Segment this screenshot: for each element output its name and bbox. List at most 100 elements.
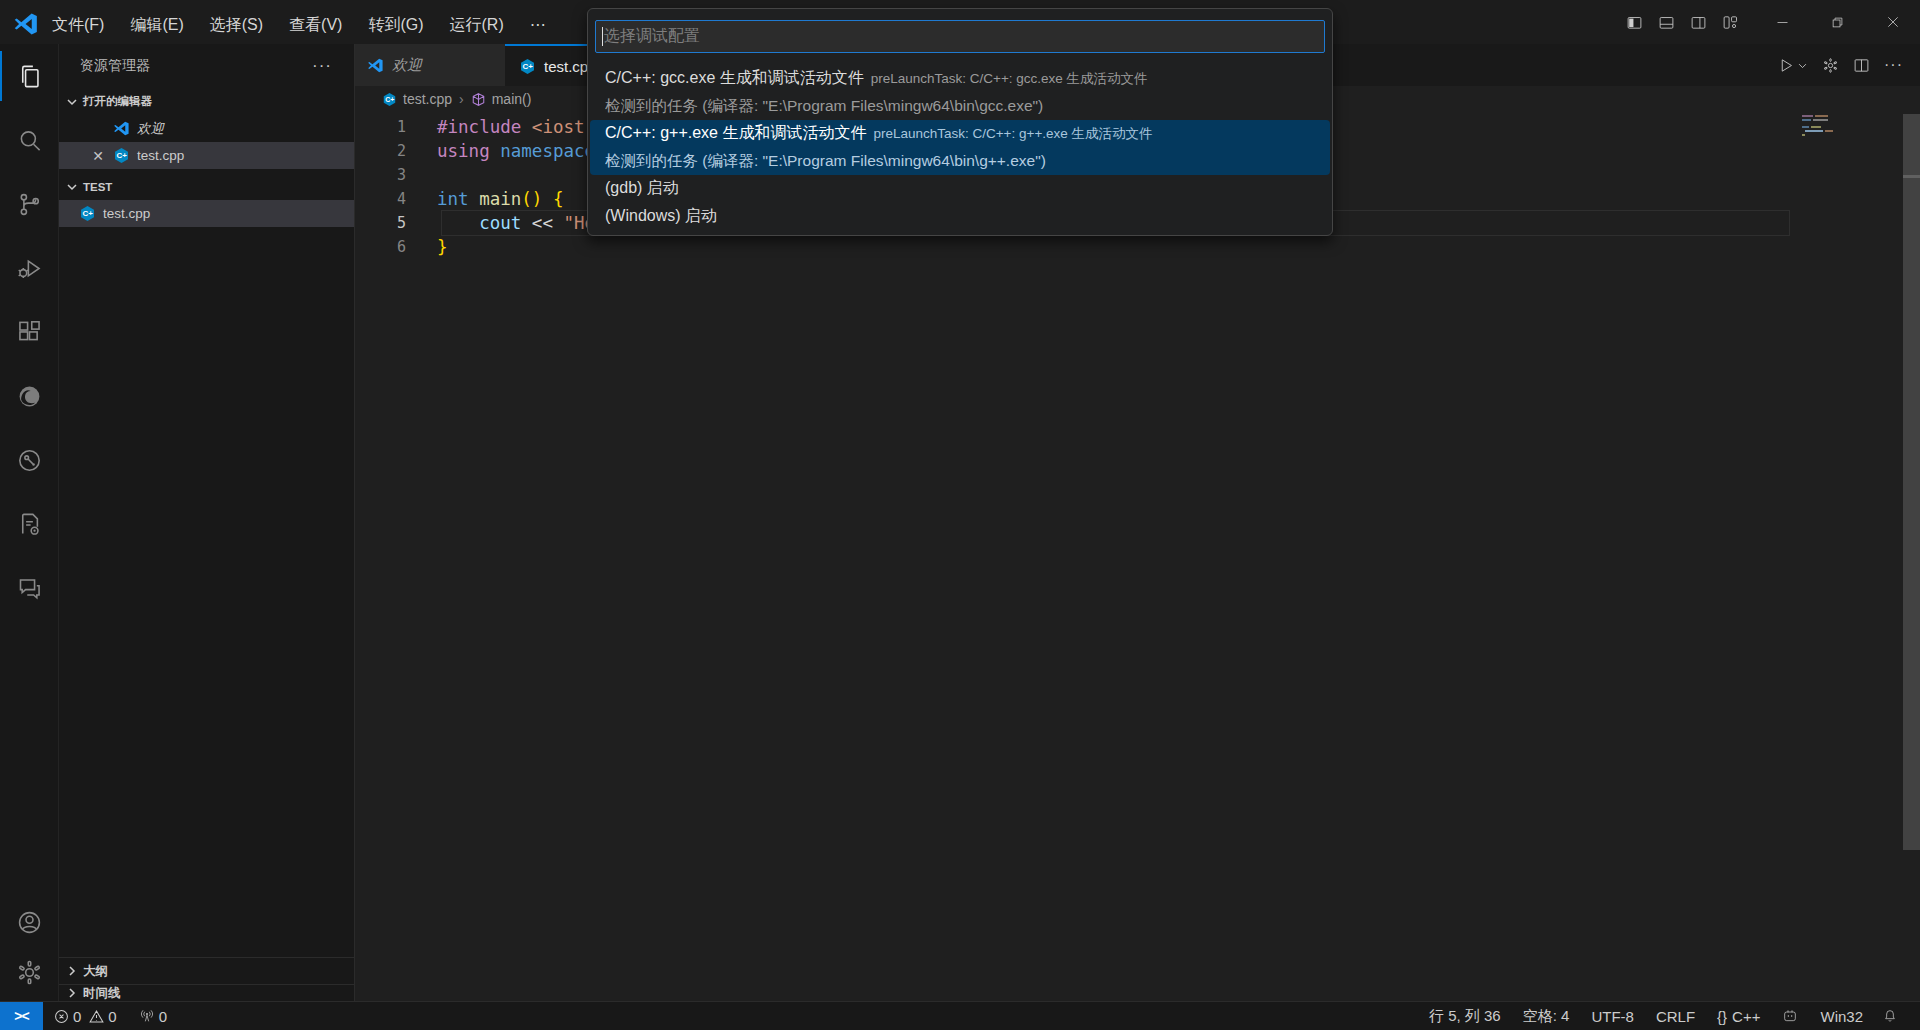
sidebar-more-icon[interactable]: ··· xyxy=(312,56,332,76)
notifications-bell-icon[interactable] xyxy=(1874,1002,1906,1030)
symbol-cube-icon xyxy=(471,92,486,107)
timeline-section[interactable]: 时间线 xyxy=(59,984,354,1001)
eol-status[interactable]: CRLF xyxy=(1645,1002,1706,1030)
code-line: 6} xyxy=(355,235,1920,259)
circle-branch-icon[interactable] xyxy=(0,428,59,492)
radio-tower-icon xyxy=(139,1008,155,1024)
open-editor-testcpp[interactable]: ✕ C+ test.cpp xyxy=(59,142,354,169)
cpp-file-icon: C+ xyxy=(79,205,96,222)
eol-label: CRLF xyxy=(1656,1008,1695,1025)
line-number: 4 xyxy=(355,187,406,211)
menu-more[interactable]: ⋯ xyxy=(517,5,559,45)
encoding-label: UTF-8 xyxy=(1591,1008,1634,1025)
cursor-position-label: 行 5, 列 36 xyxy=(1429,1007,1501,1026)
quickpick-item-gpp[interactable]: C/C++: g++.exe 生成和调试活动文件preLaunchTask: C… xyxy=(590,120,1330,175)
editor-more-icon[interactable]: ··· xyxy=(1877,44,1910,86)
toggle-sidebar-button[interactable] xyxy=(1618,0,1650,44)
problems-status[interactable]: 0 0 xyxy=(43,1002,128,1030)
vscode-logo-icon xyxy=(113,120,130,137)
status-bar: >< 0 0 0 行 5, 列 36 空格: 4 UTF-8 CRLF {}C+… xyxy=(0,1001,1920,1030)
quickpick-placeholder: 选择调试配置 xyxy=(604,26,700,47)
code-editor[interactable]: 1#include <iostream> 2using namespace st… xyxy=(355,112,1920,1001)
vscode-logo xyxy=(13,11,39,37)
tree-item-testcpp[interactable]: C+ test.cpp xyxy=(59,200,354,227)
chevron-right-icon xyxy=(64,985,80,1001)
quickpick-item-gcc[interactable]: C/C++: gcc.exe 生成和调试活动文件preLaunchTask: C… xyxy=(590,65,1330,120)
encoding-status[interactable]: UTF-8 xyxy=(1580,1002,1645,1030)
cpp-tools-icon[interactable] xyxy=(0,492,59,556)
feedback-icon[interactable] xyxy=(1771,1002,1809,1030)
outline-section[interactable]: 大纲 xyxy=(59,957,354,984)
close-icon[interactable]: ✕ xyxy=(88,148,108,164)
account-icon[interactable] xyxy=(0,897,59,947)
open-editor-label: 欢迎 xyxy=(137,120,164,138)
editor-actions: ··· xyxy=(1771,44,1910,86)
indentation-status[interactable]: 空格: 4 xyxy=(1512,1002,1581,1030)
cpp-file-icon: C+ xyxy=(113,147,130,164)
quickpick-input[interactable]: 选择调试配置 xyxy=(595,20,1325,53)
timeline-label: 时间线 xyxy=(83,985,121,1002)
chevron-down-icon xyxy=(64,94,80,110)
remote-indicator[interactable]: >< xyxy=(0,1002,43,1030)
source-control-icon[interactable] xyxy=(0,172,59,236)
breadcrumb-separator: › xyxy=(459,91,464,107)
menu-view[interactable]: 查看(V) xyxy=(276,5,355,45)
quickpick-list: C/C++: gcc.exe 生成和调试活动文件 preLaunchTask: C… xyxy=(588,65,1332,230)
quickpick-item-detail: 检测到的任务 (编译器: "E:\Program Files\mingw64\b… xyxy=(605,148,1315,176)
language-mode[interactable]: {}C++ xyxy=(1706,1002,1771,1030)
menu-goto[interactable]: 转到(G) xyxy=(355,5,436,45)
breadcrumb-file[interactable]: test.cpp xyxy=(403,91,452,107)
quickpick-item-detail: 检测到的任务 (编译器: "E:\Program Files\mingw64\b… xyxy=(605,93,1315,121)
restore-button[interactable] xyxy=(1810,0,1865,44)
editor-scrollbar[interactable] xyxy=(1903,114,1920,850)
minimize-button[interactable] xyxy=(1755,0,1810,44)
line-number: 1 xyxy=(355,115,406,139)
warning-count: 0 xyxy=(108,1008,116,1025)
chat-comments-icon[interactable] xyxy=(0,556,59,620)
quickpick-item-label: C/C++: gcc.exe 生成和调试活动文件 xyxy=(605,68,864,89)
edge-browser-icon[interactable] xyxy=(0,364,59,428)
platform-label: Win32 xyxy=(1820,1008,1863,1025)
folder-label: TEST xyxy=(83,181,112,193)
line-number: 2 xyxy=(355,139,406,163)
platform-status[interactable]: Win32 xyxy=(1809,1002,1874,1030)
breadcrumb-symbol[interactable]: main() xyxy=(492,91,532,107)
quickpick-item-label: (gdb) 启动 xyxy=(605,178,679,199)
scrollbar-tick xyxy=(1903,175,1920,178)
tab-label: 欢迎 xyxy=(392,56,422,75)
open-editors-header[interactable]: 打开的编辑器 xyxy=(59,88,354,115)
folder-test-header[interactable]: TEST xyxy=(59,173,354,200)
explorer-icon[interactable] xyxy=(0,44,59,108)
quickpick-item-windows[interactable]: (Windows) 启动 xyxy=(590,203,1330,231)
ports-count: 0 xyxy=(159,1008,167,1025)
vscode-logo-icon xyxy=(367,57,384,74)
menu-bar: 文件(F) 编辑(E) 选择(S) 查看(V) 转到(G) 运行(R) ⋯ xyxy=(39,5,559,45)
quickpick-item-description: preLaunchTask: C/C++: g++.exe 生成活动文件 xyxy=(873,125,1152,143)
menu-file[interactable]: 文件(F) xyxy=(39,5,117,45)
run-settings-gear-icon[interactable] xyxy=(1815,44,1846,86)
tree-item-label: test.cpp xyxy=(103,206,150,221)
split-editor-icon[interactable] xyxy=(1846,44,1877,86)
tab-welcome[interactable]: 欢迎 xyxy=(355,44,505,86)
run-button[interactable] xyxy=(1771,44,1815,86)
svg-text:C+: C+ xyxy=(523,62,534,71)
quickpick-item-label: (Windows) 启动 xyxy=(605,206,717,227)
sidebar-title: 资源管理器 ··· xyxy=(59,44,354,88)
menu-selection[interactable]: 选择(S) xyxy=(197,5,276,45)
extensions-icon[interactable] xyxy=(0,300,59,364)
toggle-secondary-sidebar-button[interactable] xyxy=(1682,0,1714,44)
search-icon[interactable] xyxy=(0,108,59,172)
ports-status[interactable]: 0 xyxy=(128,1002,178,1030)
customize-layout-button[interactable] xyxy=(1714,0,1746,44)
open-editor-welcome[interactable]: 欢迎 xyxy=(59,115,354,142)
cursor-position[interactable]: 行 5, 列 36 xyxy=(1418,1002,1512,1030)
close-button[interactable] xyxy=(1865,0,1920,44)
menu-run[interactable]: 运行(R) xyxy=(437,5,517,45)
line-number: 6 xyxy=(355,235,406,259)
menu-edit[interactable]: 编辑(E) xyxy=(117,5,196,45)
quickpick-item-gdb[interactable]: (gdb) 启动 xyxy=(590,175,1330,203)
run-debug-icon[interactable] xyxy=(0,236,59,300)
cpp-file-icon: C+ xyxy=(382,92,397,107)
settings-gear-icon[interactable] xyxy=(0,947,59,997)
toggle-panel-button[interactable] xyxy=(1650,0,1682,44)
